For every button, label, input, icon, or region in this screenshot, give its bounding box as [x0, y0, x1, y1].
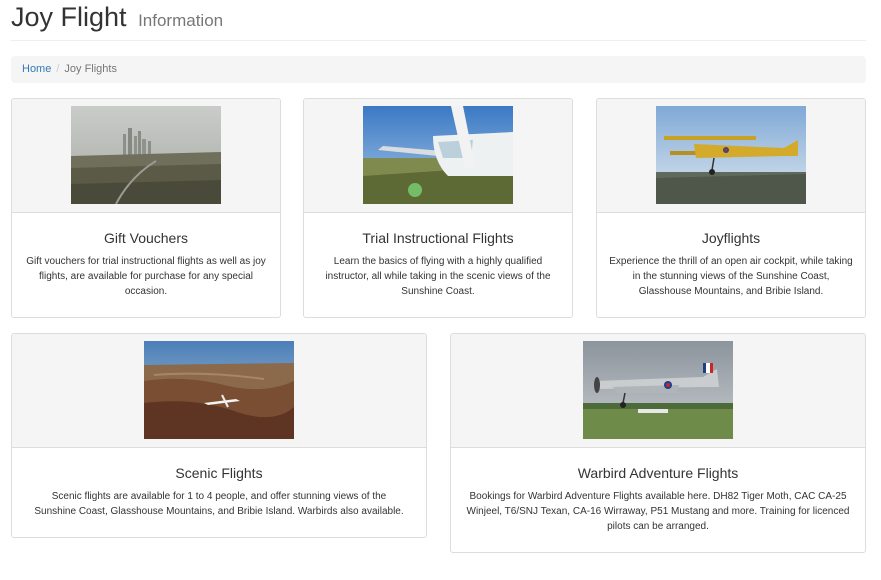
card-image-area	[12, 99, 280, 213]
card-image-area	[597, 99, 865, 213]
card-title: Joyflights	[701, 230, 761, 246]
card-trial-instructional-flights[interactable]: Trial Instructional Flights Learn the ba…	[303, 98, 573, 318]
page-subtitle: Information	[138, 11, 224, 30]
page-title: Joy Flight Information	[11, 2, 223, 33]
breadcrumb-separator: /	[56, 63, 60, 75]
breadcrumb-current: Joy Flights	[64, 63, 117, 75]
card-description: Scenic flights are available for 1 to 4 …	[34, 491, 404, 517]
page-title-text: Joy Flight	[11, 2, 127, 32]
page-header: Joy Flight Information	[11, 0, 866, 41]
breadcrumb-home-link[interactable]: Home	[22, 63, 51, 75]
card-description: Bookings for Warbird Adventure Flights a…	[466, 491, 850, 532]
card-warbird-adventure-flights[interactable]: Warbird Adventure Flights Bookings for W…	[450, 333, 866, 553]
card-image-area	[12, 334, 426, 448]
card-title: Warbird Adventure Flights	[577, 465, 739, 481]
card-image-area	[304, 99, 572, 213]
scenic-landscape-plane-photo[interactable]	[144, 341, 294, 439]
warbird-plane-photo[interactable]	[583, 341, 733, 439]
card-title: Gift Vouchers	[103, 230, 189, 246]
cessna-wing-photo[interactable]	[363, 106, 513, 204]
card-description: Learn the basics of flying with a highly…	[325, 256, 551, 297]
tiger-moth-biplane-photo[interactable]	[656, 106, 806, 204]
card-image-area	[451, 334, 865, 448]
card-scenic-flights[interactable]: Scenic Flights Scenic flights are availa…	[11, 333, 427, 538]
card-gift-vouchers[interactable]: Gift Vouchers Gift vouchers for trial in…	[11, 98, 281, 318]
city-skyline-photo[interactable]	[71, 106, 221, 204]
breadcrumb: Home / Joy Flights	[11, 56, 866, 83]
card-title: Scenic Flights	[175, 465, 263, 481]
card-title: Trial Instructional Flights	[362, 230, 514, 246]
card-joyflights[interactable]: Joyflights Experience the thrill of an o…	[596, 98, 866, 318]
card-description: Experience the thrill of an open air coc…	[609, 256, 853, 297]
card-description: Gift vouchers for trial instructional fl…	[26, 256, 266, 297]
